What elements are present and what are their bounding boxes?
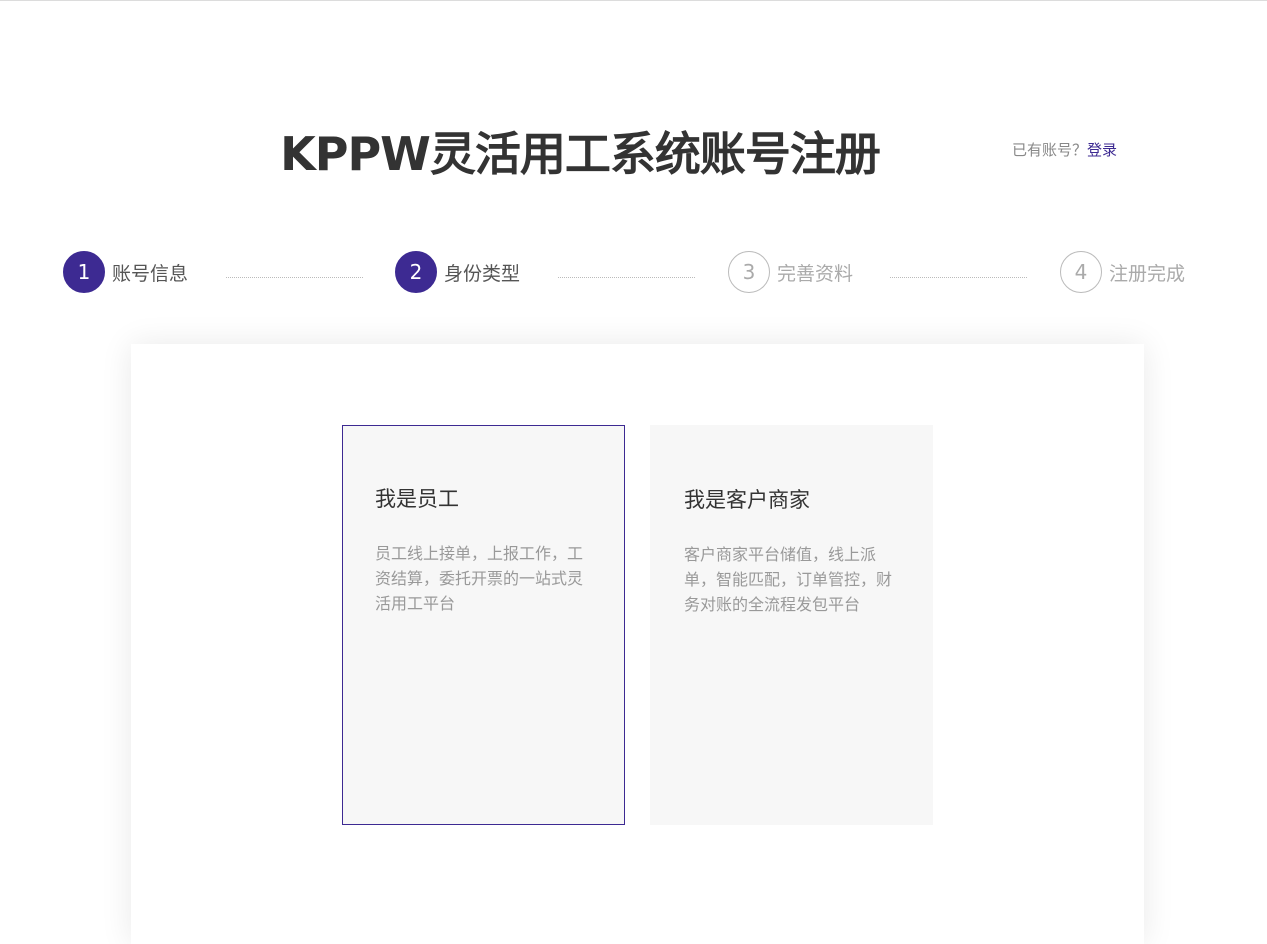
top-divider <box>0 0 1267 1</box>
login-area: 已有账号？登录 <box>1012 140 1117 160</box>
step-connector <box>558 277 695 278</box>
role-title: 我是客户商家 <box>684 488 810 512</box>
step-account-info: 1 账号信息 <box>63 250 188 294</box>
step-registration-done: 4 注册完成 <box>1060 250 1185 294</box>
step-complete-profile: 3 完善资料 <box>728 250 853 294</box>
role-description: 客户商家平台储值，线上派单，智能匹配，订单管控，财务对账的全流程发包平台 <box>684 545 893 614</box>
page-title: KPPW灵活用工系统账号注册 <box>280 127 881 181</box>
role-title: 我是员工 <box>375 487 459 511</box>
step-label: 账号信息 <box>112 262 189 285</box>
login-link[interactable]: 登录 <box>1087 141 1117 159</box>
step-label: 身份类型 <box>444 262 521 285</box>
role-card-merchant[interactable]: 我是客户商家 客户商家平台储值，线上派单，智能匹配，订单管控，财务对账的全流程发… <box>650 425 933 825</box>
role-card-employee[interactable]: 我是员工 员工线上接单，上报工作，工资结算，委托开票的一站式灵活用工平台 <box>342 425 625 825</box>
step-number-badge: 4 <box>1060 251 1102 293</box>
role-selection-panel <box>131 344 1144 944</box>
step-number-badge: 2 <box>395 251 437 293</box>
step-identity-type: 2 身份类型 <box>395 250 520 294</box>
step-label: 完善资料 <box>777 262 854 285</box>
login-prompt: 已有账号？ <box>1012 141 1088 159</box>
step-label: 注册完成 <box>1109 262 1186 285</box>
step-number-badge: 1 <box>63 251 105 293</box>
step-connector <box>890 277 1027 278</box>
step-number-badge: 3 <box>728 251 770 293</box>
step-connector <box>226 277 363 278</box>
role-description: 员工线上接单，上报工作，工资结算，委托开票的一站式灵活用工平台 <box>375 544 584 613</box>
